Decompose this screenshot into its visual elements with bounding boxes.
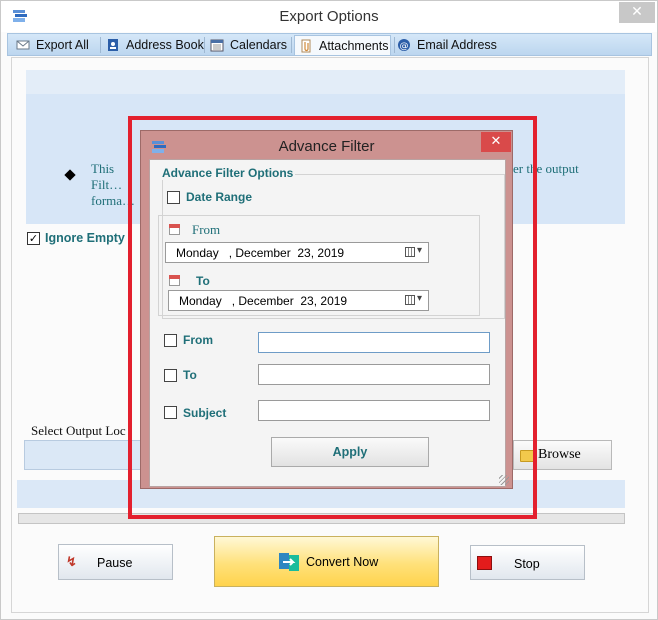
tab-label: Address Book [126, 38, 204, 52]
filter-group-title: Advance Filter Options [160, 166, 296, 180]
stop-button[interactable]: Stop [470, 545, 585, 580]
tab-address-book[interactable]: Address Book [106, 35, 204, 55]
from-filter-input[interactable] [258, 332, 490, 353]
subject-filter-input[interactable] [258, 400, 490, 421]
subject-filter-label: Subject [183, 406, 227, 420]
tab-attachments[interactable]: Attachments [294, 35, 391, 55]
to-filter-label: To [183, 368, 197, 382]
tab-divider [291, 37, 292, 53]
svg-text:@: @ [400, 42, 409, 52]
browse-label: Browse [538, 447, 581, 462]
apply-label: Apply [332, 445, 368, 459]
to-filter-checkbox[interactable] [164, 369, 177, 382]
tab-label: Export All [36, 38, 89, 52]
at-sign-icon: @ [398, 39, 410, 52]
date-range-label: Date Range [186, 190, 253, 204]
tab-bar: Export All Address Book Calendars Attach… [7, 33, 652, 56]
tab-divider [394, 37, 395, 53]
address-book-icon [108, 39, 118, 51]
title-bar: Export Options ✕ [1, 1, 657, 32]
date-range-checkbox[interactable] [167, 191, 180, 204]
resize-grip-icon[interactable] [499, 475, 509, 485]
paperclip-icon [301, 39, 311, 53]
convert-icon [279, 553, 299, 571]
convert-now-button[interactable]: Convert Now [214, 536, 439, 587]
ignore-empty-checkbox[interactable]: ✓ [27, 232, 40, 245]
tab-export-all[interactable]: Export All [16, 35, 96, 55]
dialog-title: Advance Filter [278, 138, 375, 155]
calendar-dropdown-icon[interactable]: ▾ [405, 245, 425, 259]
calendar-icon [169, 224, 180, 235]
info-panel-header [26, 70, 625, 94]
to-filter-input[interactable] [258, 364, 490, 385]
date-from-label: From [192, 222, 221, 237]
ignore-empty-label: Ignore Empty [45, 231, 125, 245]
dialog-close-button[interactable]: ✕ [481, 132, 511, 152]
tab-email-address[interactable]: @ Email Address [397, 35, 501, 55]
calendar-dropdown-icon[interactable]: ▾ [405, 293, 425, 307]
date-to-label: To [196, 274, 210, 288]
tab-divider [204, 37, 205, 53]
date-from-picker[interactable]: Monday , December 23, 2019 ▾ [165, 242, 429, 263]
tab-calendars[interactable]: Calendars [210, 35, 288, 55]
from-filter-checkbox[interactable] [164, 334, 177, 347]
tab-divider [100, 37, 101, 53]
calendar-icon [210, 39, 224, 52]
tab-label: Email Address [417, 38, 497, 52]
stop-icon [477, 556, 492, 570]
pause-label: Pause [97, 556, 133, 570]
subject-filter-checkbox[interactable] [164, 406, 177, 419]
window-title: Export Options [279, 8, 379, 25]
pause-button[interactable]: ↯ Pause [58, 544, 173, 580]
pause-icon: ↯ [66, 554, 77, 569]
apply-button[interactable]: Apply [271, 437, 429, 467]
output-location-label: Select Output Loc [31, 423, 126, 438]
tab-label: Attachments [319, 39, 389, 53]
envelope-icon [16, 40, 30, 50]
tab-label: Calendars [230, 38, 287, 52]
output-location-field[interactable] [24, 440, 144, 470]
window-close-button[interactable]: ✕ [619, 2, 655, 23]
convert-now-label: Convert Now [306, 555, 379, 569]
calendar-icon [169, 275, 180, 286]
date-to-picker[interactable]: Monday , December 23, 2019 ▾ [168, 290, 429, 311]
date-to-value: Monday , December 23, 2019 [179, 294, 348, 308]
date-from-value: Monday , December 23, 2019 [176, 246, 345, 260]
stop-label: Stop [514, 557, 540, 571]
dialog-title-bar: Advance Filter ✕ [141, 131, 512, 162]
from-filter-label: From [183, 333, 213, 347]
